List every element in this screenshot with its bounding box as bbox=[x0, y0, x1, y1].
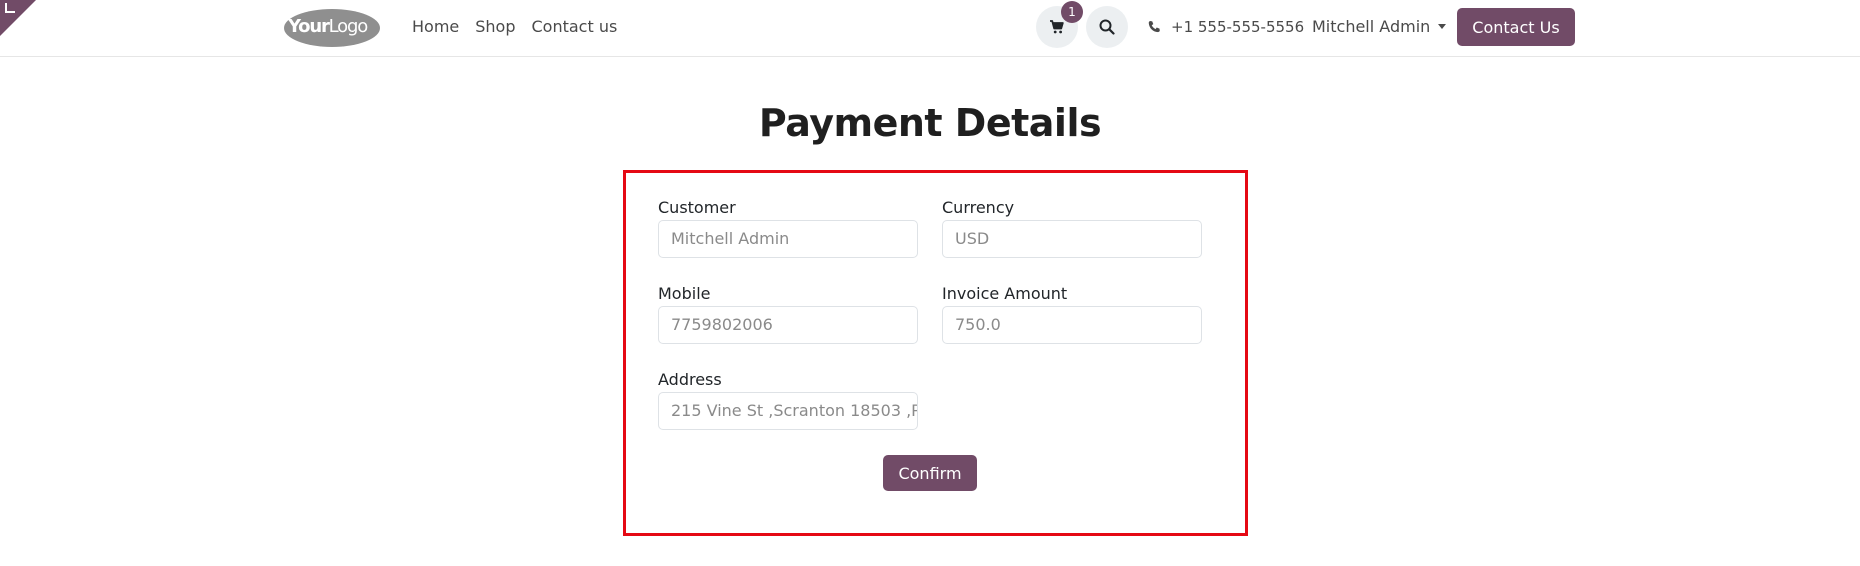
phone-number: +1 555-555-5556 bbox=[1171, 18, 1305, 36]
nav-shop[interactable]: Shop bbox=[475, 17, 515, 36]
mobile-field[interactable]: 7759802006 bbox=[658, 306, 918, 344]
search-button[interactable] bbox=[1086, 6, 1128, 48]
user-name: Mitchell Admin bbox=[1312, 17, 1431, 36]
phone-icon bbox=[1148, 21, 1160, 33]
customer-field[interactable]: Mitchell Admin bbox=[658, 220, 918, 258]
invoice-amount-field[interactable]: 750.0 bbox=[942, 306, 1202, 344]
mobile-label: Mobile bbox=[658, 284, 711, 303]
top-navbar: YourLogo Home Shop Contact us 1 +1 555-5… bbox=[0, 0, 1860, 57]
logo-text: YourLogo bbox=[288, 16, 368, 37]
page-title: Payment Details bbox=[758, 101, 1102, 145]
cart-icon bbox=[1050, 20, 1064, 34]
main-nav: Home Shop Contact us bbox=[412, 17, 617, 36]
phone-link[interactable]: +1 555-555-5556 bbox=[1147, 18, 1304, 36]
confirm-button[interactable]: Confirm bbox=[883, 455, 977, 491]
currency-label: Currency bbox=[942, 198, 1015, 217]
address-label: Address bbox=[658, 370, 722, 389]
customer-label: Customer bbox=[658, 198, 736, 217]
cart-button[interactable]: 1 bbox=[1036, 1, 1083, 48]
site-logo[interactable]: YourLogo bbox=[284, 9, 380, 47]
nav-home[interactable]: Home bbox=[412, 17, 459, 36]
user-menu[interactable]: Mitchell Admin bbox=[1312, 17, 1447, 36]
search-icon bbox=[1099, 19, 1115, 35]
nav-contact-us[interactable]: Contact us bbox=[532, 17, 618, 36]
address-field[interactable]: 215 Vine St ,Scranton 18503 ,Pe bbox=[658, 392, 918, 430]
currency-field[interactable]: USD bbox=[942, 220, 1202, 258]
invoice-amount-label: Invoice Amount bbox=[942, 284, 1068, 303]
corner-arrow-icon bbox=[5, 3, 15, 13]
cart-count-badge: 1 bbox=[1061, 1, 1083, 23]
chevron-down-icon bbox=[1438, 24, 1447, 29]
contact-us-button[interactable]: Contact Us bbox=[1457, 8, 1575, 46]
